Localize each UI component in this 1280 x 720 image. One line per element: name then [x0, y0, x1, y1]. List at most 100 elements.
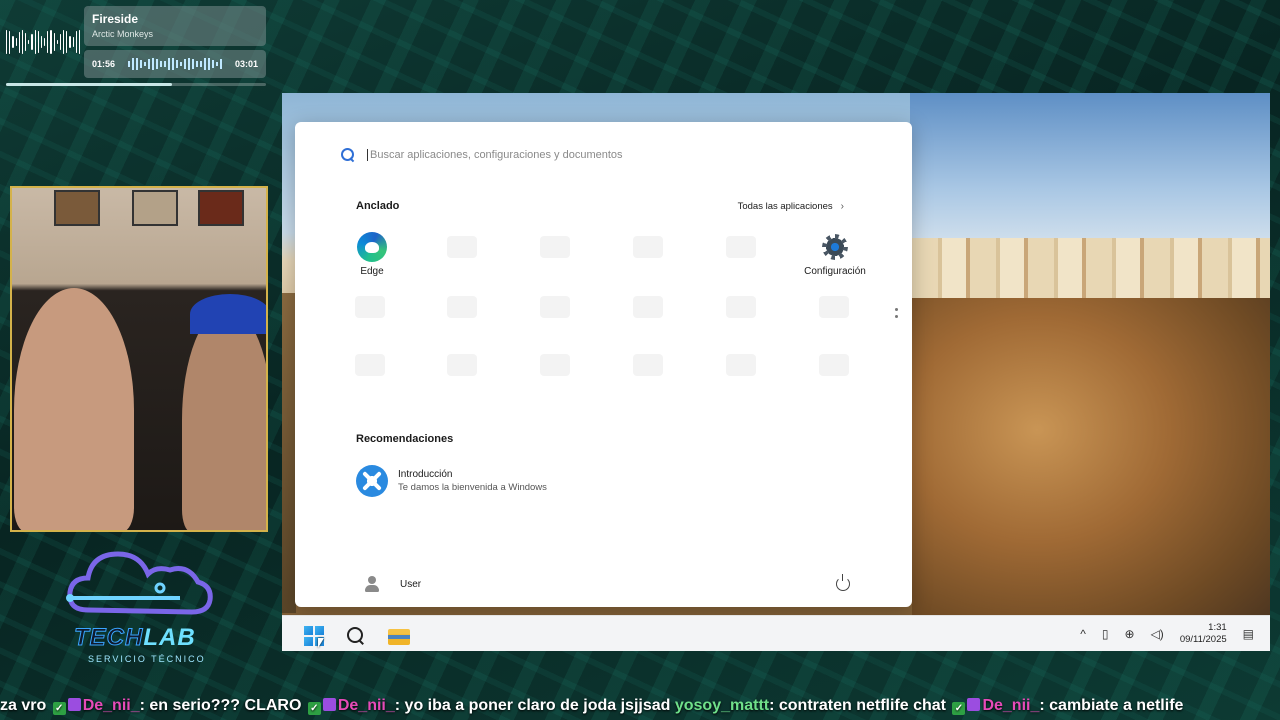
wave-bar	[47, 31, 49, 53]
wave-bar	[28, 39, 30, 45]
chat-message: : en serio??? CLARO	[139, 697, 306, 714]
user-label: User	[400, 578, 422, 590]
wave-bar	[53, 32, 55, 52]
chat-username: yosoy_mattt	[674, 697, 770, 714]
wall-poster	[198, 190, 244, 226]
empty-tile	[355, 296, 385, 318]
webcam-feed	[10, 186, 268, 532]
clock-time: 1:31	[1208, 622, 1227, 633]
gear-icon	[820, 232, 850, 262]
wave-bar	[50, 29, 52, 55]
wave-bar	[152, 58, 154, 70]
wave-bar	[196, 61, 198, 67]
empty-tile	[726, 236, 756, 258]
all-apps-button[interactable]: Todas las aplicaciones ›	[738, 201, 844, 212]
empty-tile	[633, 354, 663, 376]
wave-bar	[15, 37, 17, 47]
check-icon: ✓	[52, 702, 66, 715]
techlab-logo: TECHLAB SERVICIO TÉCNICO	[60, 540, 220, 670]
empty-tile	[819, 354, 849, 376]
recommendation-title: Introducción	[398, 469, 453, 480]
user-account-button[interactable]: User	[364, 576, 421, 592]
wave-bar	[200, 60, 202, 68]
pinned-app-label: Edge	[360, 266, 384, 277]
empty-tile	[633, 296, 663, 318]
system-tray: ^ ▯ ⊕ ◁) 1:31 09/11/2025 ▤	[1080, 616, 1254, 651]
wave-bar	[9, 30, 11, 54]
chat-message: : yo iba a poner claro de joda jsjjsad	[394, 697, 675, 714]
wave-bar	[136, 58, 138, 70]
wave-bar	[144, 62, 146, 66]
recommendations-title: Recomendaciones	[356, 433, 454, 445]
taskbar-search-icon[interactable]	[347, 627, 365, 645]
wave-bar	[188, 58, 190, 70]
network-icon[interactable]: ⊕	[1125, 627, 1135, 641]
empty-tile	[540, 354, 570, 376]
clock-date: 09/11/2025	[1179, 634, 1227, 645]
logo-tech: TECH	[73, 624, 144, 652]
wave-bar	[180, 62, 182, 66]
wave-bar	[212, 59, 214, 69]
song-artist: Arctic Monkeys	[92, 29, 154, 39]
wave-bar	[69, 36, 71, 48]
subscriber-badge-icon	[67, 698, 81, 711]
chat-message: : contraten netflife chat	[769, 697, 951, 714]
empty-tile	[355, 354, 385, 376]
song-progress-fill	[6, 83, 173, 86]
audio-wave-icon	[6, 28, 81, 56]
wave-bar	[66, 30, 68, 54]
empty-tile	[447, 354, 477, 376]
wave-bar	[18, 31, 20, 53]
taskbar-clock[interactable]: 1:31 09/11/2025	[1180, 622, 1227, 646]
wave-bar	[192, 58, 194, 70]
wallpaper-cliff-edge	[282, 293, 296, 613]
file-explorer-icon[interactable]	[388, 629, 410, 645]
notification-icon[interactable]: ▤	[1243, 627, 1254, 641]
search-icon	[341, 148, 355, 162]
chat-username: De_nii_	[982, 697, 1040, 714]
power-icon[interactable]	[836, 574, 850, 591]
usb-icon[interactable]: ▯	[1102, 627, 1109, 641]
start-menu: Anclado Todas las aplicaciones › Edge Co…	[295, 122, 912, 607]
pinned-app-settings[interactable]: Configuración	[795, 232, 875, 277]
wave-bar	[172, 58, 174, 70]
wave-bar	[132, 58, 134, 70]
user-icon	[364, 576, 380, 592]
chat-ticker: za vro ✓ De_nii_: en serio??? CLARO ✓ De_n…	[0, 692, 1280, 720]
get-started-icon	[356, 465, 388, 497]
streamer-right	[182, 308, 266, 530]
page-dots[interactable]	[895, 308, 898, 322]
chevron-up-icon[interactable]: ^	[1080, 627, 1086, 641]
wave-bar	[25, 32, 27, 52]
windows-desktop: Anclado Todas las aplicaciones › Edge Co…	[282, 93, 1270, 651]
mini-wave-icon	[128, 58, 222, 70]
song-progress-card: 01:56 03:01	[84, 50, 266, 78]
pinned-app-edge[interactable]: Edge	[332, 232, 412, 277]
wave-bar	[128, 60, 130, 68]
wallpaper-sky	[910, 93, 1270, 253]
volume-icon[interactable]: ◁)	[1151, 627, 1164, 641]
wave-bar	[216, 62, 218, 66]
pinned-app-label: Configuración	[804, 266, 866, 277]
start-search[interactable]	[341, 148, 787, 162]
now-playing-widget: Fireside Arctic Monkeys 01:56 03:01	[0, 0, 270, 92]
subscriber-badge-icon	[322, 698, 336, 711]
wave-bar	[168, 58, 170, 70]
wave-bar	[59, 33, 62, 50]
search-input[interactable]	[367, 149, 787, 161]
empty-tile	[633, 236, 663, 258]
empty-tile	[726, 296, 756, 318]
wave-bar	[63, 29, 65, 55]
all-apps-label: Todas las aplicaciones	[737, 201, 833, 212]
wave-bar	[184, 59, 186, 69]
wave-bar	[6, 29, 8, 55]
taskbar: ^ ▯ ⊕ ◁) 1:31 09/11/2025 ▤	[282, 615, 1270, 651]
wave-bar	[148, 59, 150, 69]
recommendation-item[interactable]: Introducción Te damos la bienvenida a Wi…	[356, 465, 547, 497]
chat-username: De_nii_	[337, 697, 395, 714]
chat-message: za vro	[0, 697, 51, 714]
wave-bar	[140, 59, 142, 69]
recommendation-subtitle: Te damos la bienvenida a Windows	[398, 482, 547, 493]
wave-bar	[34, 29, 36, 55]
wallpaper-cliff	[912, 298, 1270, 628]
